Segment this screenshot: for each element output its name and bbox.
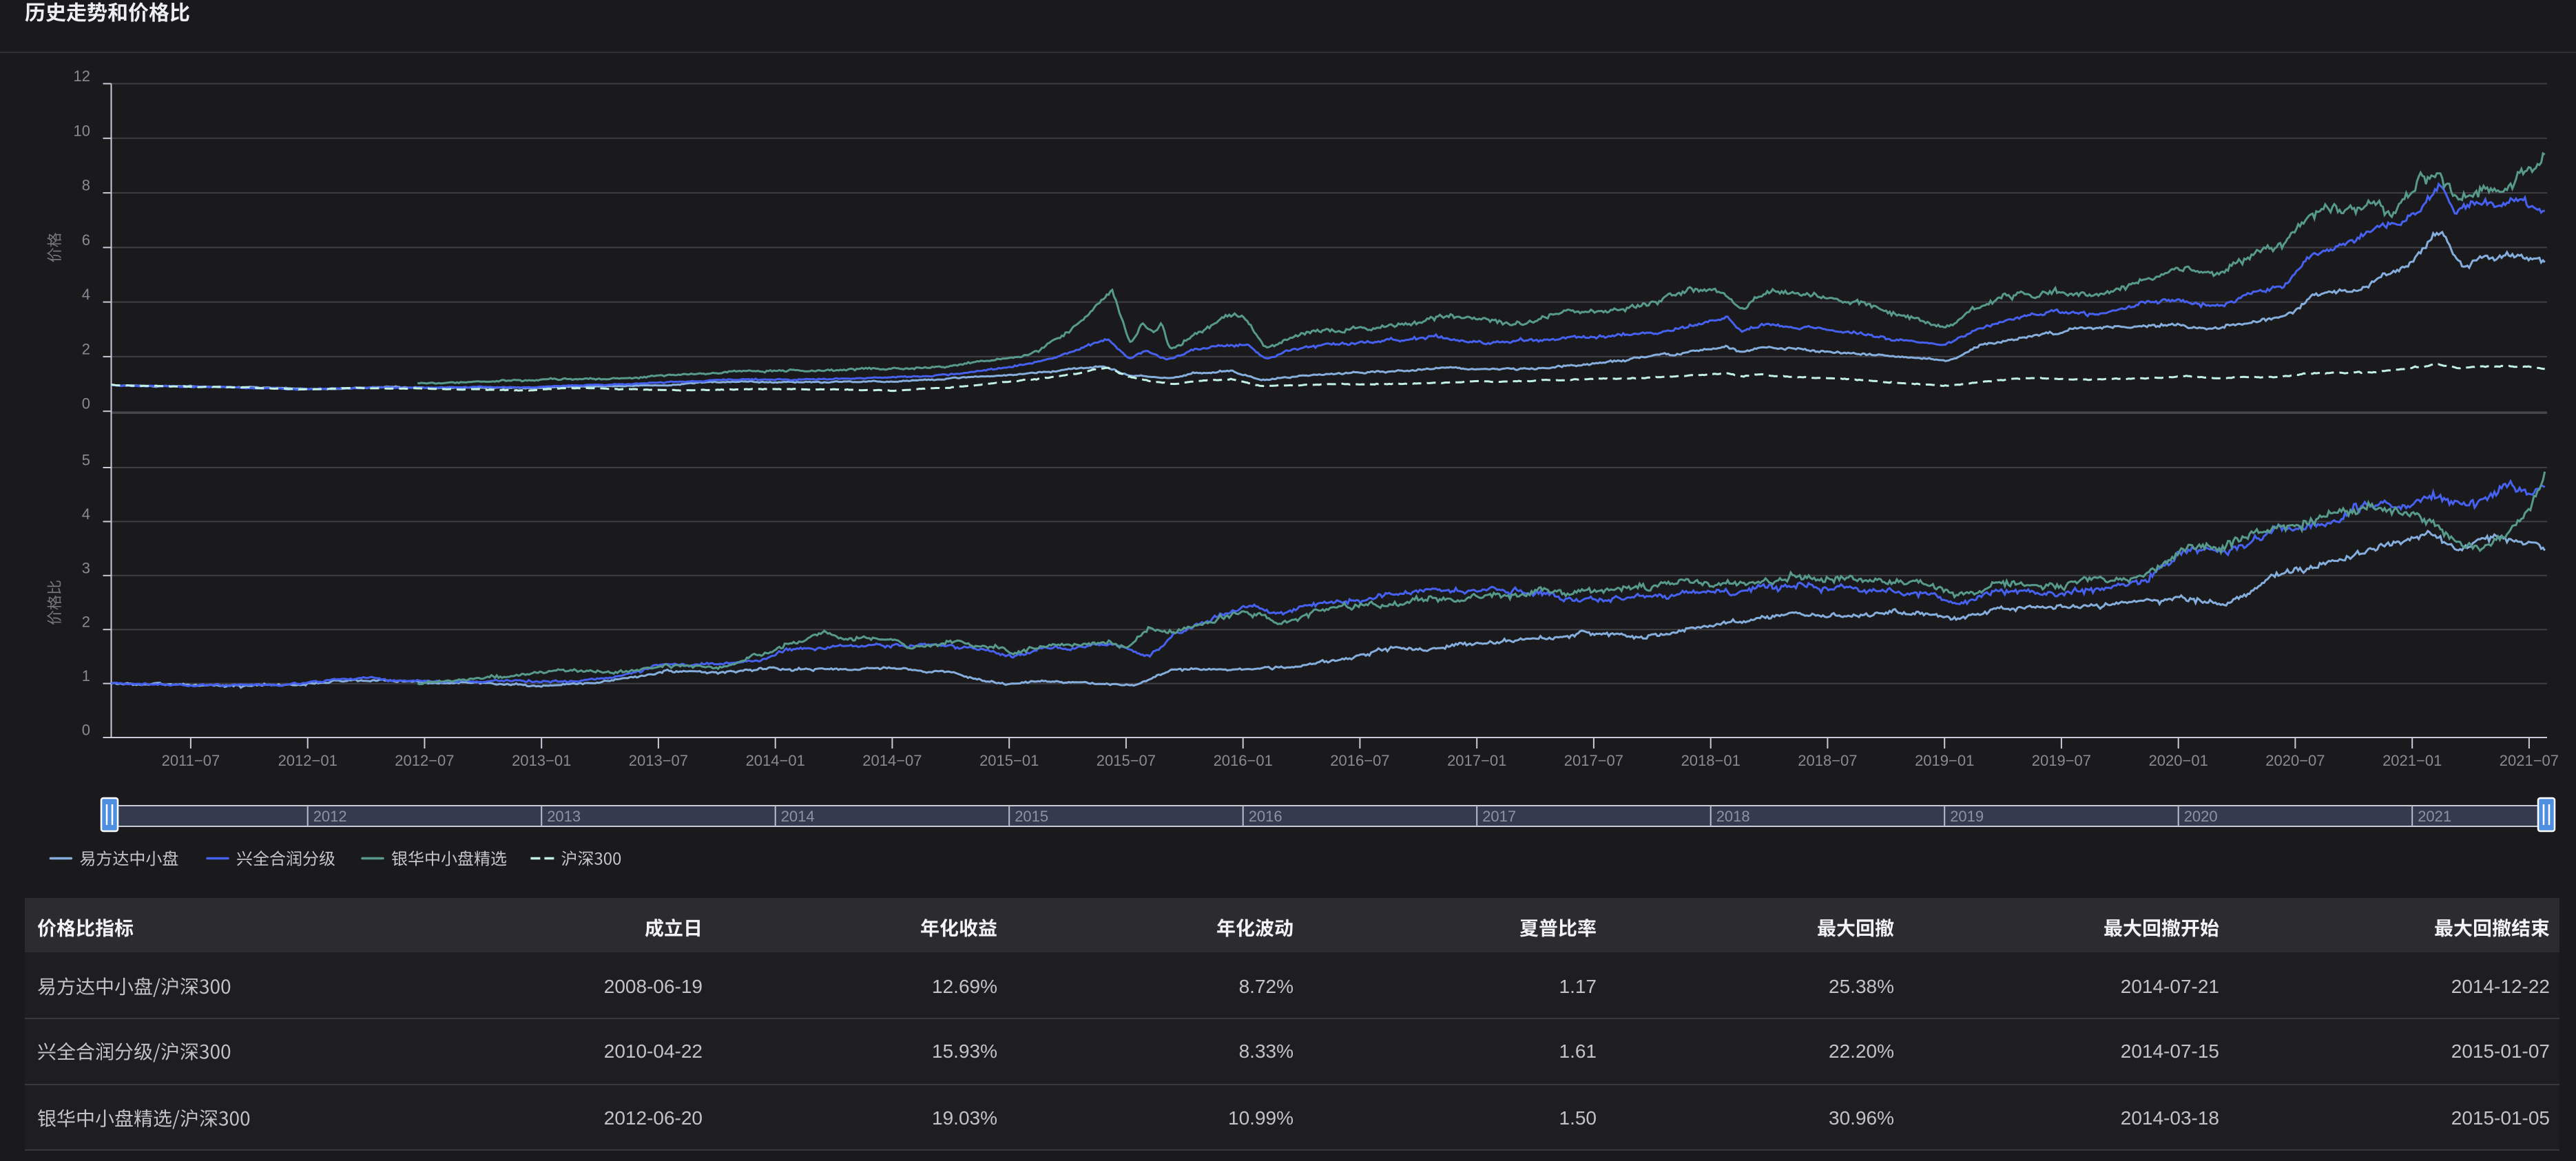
svg-text:5: 5 <box>82 452 90 469</box>
svg-text:4: 4 <box>82 286 90 303</box>
svg-text:2016−01: 2016−01 <box>1214 752 1273 769</box>
svg-text:2019: 2019 <box>1950 808 1984 825</box>
svg-text:0: 0 <box>82 722 90 739</box>
svg-text:10: 10 <box>74 122 90 139</box>
svg-text:2014−01: 2014−01 <box>746 752 805 769</box>
svg-text:8: 8 <box>82 177 90 194</box>
svg-text:2016: 2016 <box>1249 808 1282 825</box>
svg-text:2013−01: 2013−01 <box>512 752 571 769</box>
svg-text:2014: 2014 <box>781 808 815 825</box>
svg-text:2018: 2018 <box>1716 808 1750 825</box>
svg-text:2017−07: 2017−07 <box>1564 752 1623 769</box>
svg-text:2: 2 <box>82 340 90 357</box>
svg-text:0: 0 <box>82 395 90 412</box>
svg-text:12: 12 <box>74 67 90 85</box>
svg-text:2013−07: 2013−07 <box>629 752 688 769</box>
svg-text:2018−01: 2018−01 <box>1681 752 1741 769</box>
svg-text:2020−07: 2020−07 <box>2265 752 2325 769</box>
svg-text:2020: 2020 <box>2184 808 2218 825</box>
svg-text:2016−07: 2016−07 <box>1330 752 1389 769</box>
svg-text:2020−01: 2020−01 <box>2149 752 2208 769</box>
svg-text:2021−07: 2021−07 <box>2500 752 2559 769</box>
svg-text:2014−07: 2014−07 <box>862 752 922 769</box>
svg-text:2019−01: 2019−01 <box>1915 752 1974 769</box>
svg-text:2021−01: 2021−01 <box>2382 752 2442 769</box>
svg-text:6: 6 <box>82 231 90 249</box>
svg-text:4: 4 <box>82 505 90 523</box>
svg-text:2013: 2013 <box>547 808 581 825</box>
svg-text:2012−01: 2012−01 <box>278 752 337 769</box>
svg-text:2015: 2015 <box>1015 808 1048 825</box>
svg-text:2011−07: 2011−07 <box>162 752 220 769</box>
svg-text:2015−01: 2015−01 <box>979 752 1039 769</box>
svg-text:2012: 2012 <box>313 808 347 825</box>
svg-text:2021: 2021 <box>2418 808 2451 825</box>
svg-text:2015−07: 2015−07 <box>1097 752 1156 769</box>
svg-text:2017: 2017 <box>1482 808 1516 825</box>
svg-text:2019−07: 2019−07 <box>2032 752 2091 769</box>
svg-text:2018−07: 2018−07 <box>1798 752 1857 769</box>
svg-text:2012−07: 2012−07 <box>395 752 454 769</box>
svg-text:2: 2 <box>82 614 90 631</box>
svg-text:2017−01: 2017−01 <box>1447 752 1506 769</box>
svg-text:3: 3 <box>82 559 90 576</box>
svg-text:1: 1 <box>82 667 90 684</box>
